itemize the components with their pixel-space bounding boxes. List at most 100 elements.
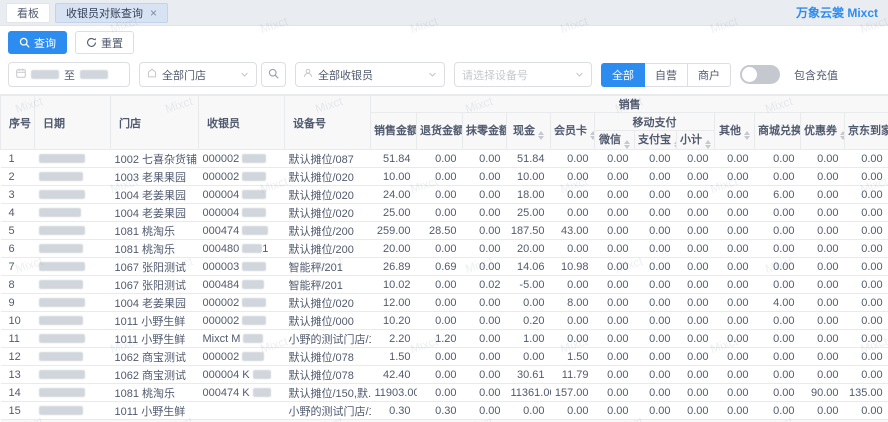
cashier-select[interactable]: 全部收银员 [295,62,445,87]
cell-value: 0.00 [416,275,463,294]
scope-all-button[interactable]: 全部 [601,62,645,87]
redacted-text [38,316,83,326]
store-search-button[interactable] [261,62,286,87]
cell-value: 0.00 [844,149,888,168]
cell-value: 0.00 [594,275,635,294]
sort-icon[interactable] [624,140,630,149]
date-range-picker[interactable]: 至 [8,62,130,87]
cell-value: 0.00 [844,185,888,204]
cell-seq: 15 [0,401,35,420]
close-icon[interactable]: × [150,7,157,19]
table-row[interactable]: 5 1081 桃淘乐 000474 默认摊位/200 259.00 28.50 0.00 1… [0,221,888,240]
col-header-alipay[interactable]: 支付宝 [634,130,677,150]
sort-icon[interactable] [538,131,544,140]
cell-value: 0.00 [800,221,845,240]
cell-value: 0.00 [416,167,463,186]
cell-value: 51.84 [370,149,417,168]
col-header-refund-amount[interactable]: 退货金额 [416,112,463,150]
cell-value: 0.00 [550,401,595,420]
cell-value: 0.69 [416,257,463,276]
col-header-other[interactable]: 其他 [714,112,755,150]
col-header-subtotal[interactable]: 小计 [676,130,715,150]
scope-merchant-button[interactable]: 商户 [687,62,731,87]
scope-self-button[interactable]: 自营 [644,62,688,87]
date-separator: 至 [64,69,75,82]
col-header-coupon[interactable]: 优惠券 [800,112,845,150]
cell-value: 0.00 [550,311,595,330]
col-header-jd-daojia[interactable]: 京东到家 [843,112,888,150]
col-header-sales-amount[interactable]: 销售金额 [370,112,417,150]
cell-date [34,383,111,402]
cell-value: 0.00 [634,257,677,276]
cell-value: 0.00 [676,149,715,168]
cell-value: 0.00 [462,293,507,312]
sort-icon[interactable] [840,131,844,140]
col-header-rounding-amount[interactable]: 抹零金额 [462,112,507,150]
table-row[interactable]: 151011 小野生鲜小野的测试门店/1...0.300.300.000.000… [0,401,888,420]
table-row[interactable]: 4 1004 老姜果园 000004 默认摊位/020 25.00 0.00 0.00 25… [0,203,888,222]
chevron-down-icon [575,70,584,79]
col-header-cashier: 收银员 [198,95,285,150]
table-row[interactable]: 2 1003 老果果园 000002 默认摊位/020 10.00 0.00 0.00 10… [0,167,888,186]
table-row[interactable]: 6 1081 桃淘乐 000480 1 默认摊位/200 20.00 0.00 0.00 20… [0,239,888,258]
cell-store: 1004 老姜果园 [110,185,199,204]
cell-value: 0.00 [416,203,463,222]
tab-cashier-reconciliation[interactable]: 收银员对账查询 × [55,2,169,23]
table-row[interactable]: 3 1004 老姜果园 000004 默认摊位/020 24.00 0.00 0.00 18… [0,185,888,204]
query-button[interactable]: 查询 [8,31,67,54]
redacted-text [38,262,85,272]
cell-value: 0.00 [676,185,715,204]
table-row[interactable]: 13 1062 商宝测试 000004 K 默认摊位/078 42.40 0.00 0.0… [0,365,888,384]
cell-value: 0.00 [714,383,755,402]
include-recharge-toggle[interactable] [740,65,780,84]
cell-date [34,311,111,330]
table-row[interactable]: 7 1067 张阳测试 000003 智能秤/201 26.89 0.69 0.00 14.… [0,257,888,276]
table-row[interactable]: 12 1062 商宝测试 000002 默认摊位/078 1.50 0.00 0.00 0.… [0,347,888,366]
cell-cashier: 000004 K [198,365,285,384]
tab-dashboard[interactable]: 看板 [6,2,50,23]
sort-icon[interactable] [705,140,711,149]
cell-value: 1.00 [506,329,551,348]
table-row[interactable]: 1 1002 七喜杂货铺 000002 默认摊位/087 51.84 0.00 0.00 5… [0,149,888,168]
col-header-member-card[interactable]: 会员卡 [550,112,595,150]
redacted-text [38,388,85,398]
col-header-cash[interactable]: 现金 [506,112,551,150]
sort-icon[interactable] [590,131,594,140]
store-select[interactable]: 全部门店 [139,62,257,87]
col-header-wechat[interactable]: 微信 [594,130,635,150]
table-row[interactable]: 10 1011 小野生鲜 000002 默认摊位/000 10.20 0.00 0.00 0… [0,311,888,330]
cell-store: 1081 桃淘乐 [110,383,199,402]
cell-date [34,257,111,276]
cell-value: 10.20 [370,311,417,330]
redacted-text [242,190,267,200]
cell-date [34,185,111,204]
cell-value: 0.00 [550,203,595,222]
cell-cashier: 000480 1 [198,239,285,258]
cell-seq: 2 [0,167,35,186]
cell-value: 25.00 [506,203,551,222]
cell-value: 0.00 [634,293,677,312]
cell-value: 0.00 [800,329,845,348]
cell-value: 0.00 [634,365,677,384]
table-row[interactable]: 8 1067 张阳测试 000484 智能秤/201 10.02 0.00 0.02 -5.… [0,275,888,294]
cell-value: 25.00 [370,203,417,222]
device-select[interactable]: 请选择设备号 [454,62,592,87]
cell-value: 43.00 [550,221,595,240]
cell-value: 259.00 [370,221,417,240]
cell-value: 0.00 [844,275,888,294]
table-row[interactable]: 9 1004 老姜果园 000002 默认摊位/020 12.00 0.00 0.00 0.… [0,293,888,312]
table-row[interactable]: 14 1081 桃淘乐 000474 K 默认摊位/150,默... 11903.00… [0,383,888,402]
sort-icon[interactable] [744,131,750,140]
cell-store: 1067 张阳测试 [110,275,199,294]
cell-date [34,239,111,258]
cell-date [34,365,111,384]
cell-cashier: 000474 [198,221,285,240]
reset-button[interactable]: 重置 [75,31,134,54]
reconciliation-table: 序号 日期 门店 收银员 设备号 销售 销售金额 退货金额 抹零金额 现金 会员… [0,94,888,422]
table-row[interactable]: 111011 小野生鲜Mixct M 小野的测试门店/1...2.201.200… [0,329,888,348]
cell-value: 0.00 [634,275,677,294]
col-header-mall-exchange[interactable]: 商城兑换 [754,112,801,150]
cell-cashier: 000002 [198,311,285,330]
cell-store: 1003 老果果园 [110,167,199,186]
redacted-text [38,298,85,308]
